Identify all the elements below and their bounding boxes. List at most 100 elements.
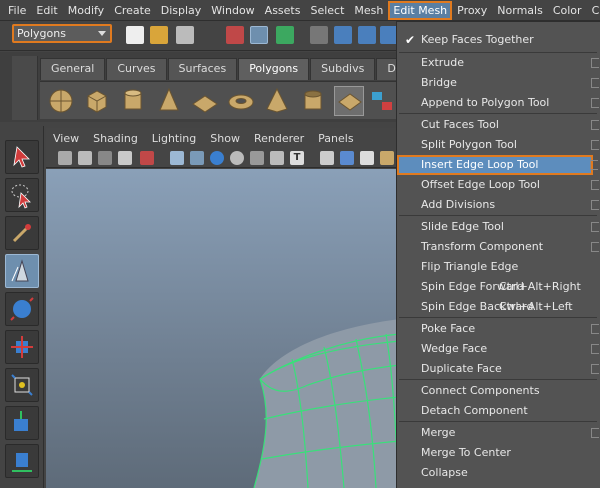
open-scene-icon[interactable] (150, 26, 168, 44)
menu-window[interactable]: Window (206, 1, 259, 20)
soft-mod-tool-icon[interactable] (5, 444, 39, 478)
select-tool-icon[interactable] (5, 140, 39, 174)
combine-icon[interactable] (368, 86, 398, 116)
snap-to-curve-icon[interactable] (358, 26, 376, 44)
menu-create[interactable]: Create (109, 1, 156, 20)
menu-item-poke-face[interactable]: Poke Face (397, 319, 600, 339)
gate-mask-icon[interactable] (230, 151, 244, 165)
lighting-icon[interactable] (380, 151, 394, 165)
option-box-icon[interactable] (591, 428, 599, 438)
safe-title-icon[interactable]: T (290, 151, 304, 165)
new-scene-icon[interactable] (126, 26, 144, 44)
menu-item-add-divisions[interactable]: Add Divisions (397, 195, 600, 215)
menu-item-split-polygon[interactable]: Split Polygon Tool (397, 135, 600, 155)
option-box-icon[interactable] (591, 78, 599, 88)
panel-menu-show[interactable]: Show (203, 132, 247, 145)
poly-cylinder-icon[interactable] (118, 86, 148, 116)
poly-sphere-icon[interactable] (46, 86, 76, 116)
menu-item-slide-edge[interactable]: Slide Edge Tool (397, 217, 600, 237)
poly-plane-icon[interactable] (190, 86, 220, 116)
select-by-component-icon[interactable] (276, 26, 294, 44)
menu-file[interactable]: File (3, 1, 31, 20)
menu-create-uvs[interactable]: C (587, 1, 600, 20)
multi-cut-tool-icon[interactable] (5, 254, 39, 288)
resolution-gate-icon[interactable] (210, 151, 224, 165)
option-box-icon[interactable] (591, 222, 599, 232)
rotate-tool-icon[interactable] (5, 330, 39, 364)
menu-color[interactable]: Color (548, 1, 587, 20)
snap-toggle-icon[interactable] (310, 26, 328, 44)
option-box-icon[interactable] (590, 160, 598, 170)
panel-menu-lighting[interactable]: Lighting (145, 132, 203, 145)
menu-proxy[interactable]: Proxy (452, 1, 492, 20)
menu-mesh[interactable]: Mesh (349, 1, 388, 20)
panel-menu-panels[interactable]: Panels (311, 132, 360, 145)
menu-item-extrude[interactable]: Extrude (397, 53, 600, 73)
snap-to-grid-icon[interactable] (334, 26, 352, 44)
menu-item-duplicate-face[interactable]: Duplicate Face (397, 359, 600, 379)
poly-cube-icon[interactable] (82, 86, 112, 116)
shelf-tab-surfaces[interactable]: Surfaces (167, 58, 238, 80)
menu-modify[interactable]: Modify (63, 1, 109, 20)
image-plane-icon[interactable] (118, 151, 132, 165)
menu-item-bridge[interactable]: Bridge (397, 73, 600, 93)
shelf-tab-curves[interactable]: Curves (106, 58, 167, 80)
option-box-icon[interactable] (591, 58, 599, 68)
option-box-icon[interactable] (591, 98, 599, 108)
menu-item-merge[interactable]: Merge (397, 423, 600, 443)
option-box-icon[interactable] (591, 242, 599, 252)
menu-item-merge-to-center[interactable]: Merge To Center (397, 443, 600, 463)
camera-attributes-icon[interactable] (78, 151, 92, 165)
panel-menu-view[interactable]: View (46, 132, 86, 145)
grid-toggle-icon[interactable] (170, 151, 184, 165)
menu-item-keep-faces-together[interactable]: ✔ Keep Faces Together (397, 30, 600, 50)
poly-plane-selected-icon[interactable] (334, 86, 364, 116)
menu-item-append-to-polygon[interactable]: Append to Polygon Tool (397, 93, 600, 113)
menu-item-cut-faces[interactable]: Cut Faces Tool (397, 115, 600, 135)
poly-torus-icon[interactable] (226, 86, 256, 116)
panel-menu-shading[interactable]: Shading (86, 132, 145, 145)
panel-menu-renderer[interactable]: Renderer (247, 132, 311, 145)
field-chart-icon[interactable] (250, 151, 264, 165)
menu-item-spin-edge-backward[interactable]: Spin Edge Backward Ctrl+Alt+Left (397, 297, 600, 317)
poly-pyramid-icon[interactable] (262, 86, 292, 116)
option-box-icon[interactable] (591, 364, 599, 374)
option-box-icon[interactable] (591, 180, 599, 190)
poly-pipe-icon[interactable] (298, 86, 328, 116)
menu-edit-mesh[interactable]: Edit Mesh (388, 0, 453, 20)
shelf-tab-polygons[interactable]: Polygons (238, 58, 310, 80)
menu-item-offset-edge-loop[interactable]: Offset Edge Loop Tool (397, 175, 600, 195)
select-by-hierarchy-icon[interactable] (226, 26, 244, 44)
menu-edit[interactable]: Edit (31, 1, 62, 20)
menu-display[interactable]: Display (156, 1, 207, 20)
menu-item-flip-triangle-edge[interactable]: Flip Triangle Edge (397, 257, 600, 277)
option-box-icon[interactable] (591, 200, 599, 210)
menu-item-connect-components[interactable]: Connect Components (397, 381, 600, 401)
film-gate-icon[interactable] (190, 151, 204, 165)
menu-set-dropdown[interactable]: Polygons (12, 24, 112, 43)
scale-tool-icon[interactable] (5, 368, 39, 402)
bookmarks-icon[interactable] (98, 151, 112, 165)
smooth-shade-icon[interactable] (340, 151, 354, 165)
poly-cone-icon[interactable] (154, 86, 184, 116)
select-by-object-icon[interactable] (250, 26, 268, 44)
menu-item-collapse[interactable]: Collapse (397, 463, 600, 483)
camera-select-icon[interactable] (58, 151, 72, 165)
menu-item-wedge-face[interactable]: Wedge Face (397, 339, 600, 359)
move-tool-icon[interactable] (5, 292, 39, 326)
textured-icon[interactable] (360, 151, 374, 165)
option-box-icon[interactable] (591, 344, 599, 354)
menu-item-spin-edge-forward[interactable]: Spin Edge Forward Ctrl+Alt+Right (397, 277, 600, 297)
menu-item-transform-component[interactable]: Transform Component (397, 237, 600, 257)
manipulator-tool-icon[interactable] (5, 406, 39, 440)
menu-item-detach-component[interactable]: Detach Component (397, 401, 600, 421)
shelf-tab-subdivs[interactable]: Subdivs (310, 58, 376, 80)
lasso-tool-icon[interactable] (5, 178, 39, 212)
menu-select[interactable]: Select (305, 1, 349, 20)
menu-assets[interactable]: Assets (260, 1, 306, 20)
perspective-viewport[interactable] (46, 169, 400, 488)
option-box-icon[interactable] (591, 140, 599, 150)
wireframe-icon[interactable] (320, 151, 334, 165)
paint-select-tool-icon[interactable] (5, 216, 39, 250)
shelf-menu-handle[interactable] (12, 56, 38, 120)
